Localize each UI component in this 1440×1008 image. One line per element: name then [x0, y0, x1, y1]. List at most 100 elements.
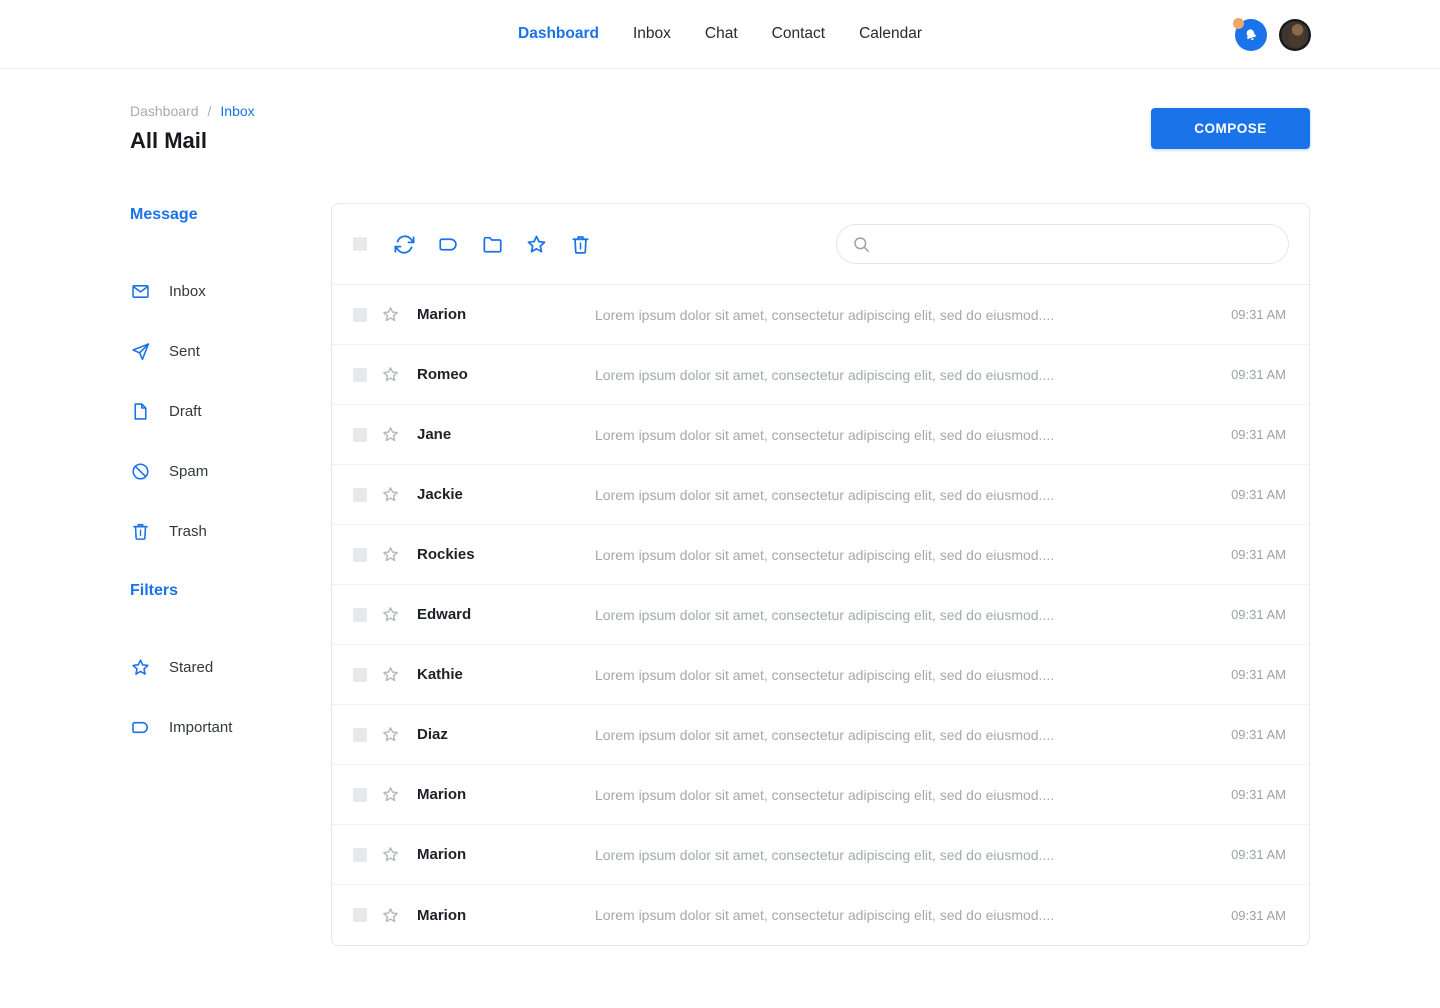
toolbar-refresh-button[interactable]: [392, 232, 416, 256]
header-actions: [1235, 0, 1311, 69]
mail-sender: Edward: [417, 606, 595, 623]
mail-time: 09:31 AM: [1231, 367, 1309, 382]
mail-row[interactable]: JackieLorem ipsum dolor sit amet, consec…: [332, 465, 1309, 525]
sidebar-item-sent[interactable]: Sent: [130, 321, 331, 381]
draft-icon: [130, 401, 151, 422]
mail-sender: Rockies: [417, 546, 595, 563]
star-icon: [381, 425, 400, 444]
row-star-icon[interactable]: [381, 665, 400, 684]
mail-preview: Lorem ipsum dolor sit amet, consectetur …: [595, 487, 1231, 503]
row-star-icon[interactable]: [381, 605, 400, 624]
mail-row[interactable]: KathieLorem ipsum dolor sit amet, consec…: [332, 645, 1309, 705]
mail-time: 09:31 AM: [1231, 727, 1309, 742]
search-input[interactable]: [881, 236, 1273, 252]
mail-row[interactable]: MarionLorem ipsum dolor sit amet, consec…: [332, 285, 1309, 345]
trash-icon: [569, 233, 592, 256]
select-all-checkbox[interactable]: [353, 237, 367, 251]
mail-icon: [130, 281, 151, 302]
main-nav: Dashboard Inbox Chat Contact Calendar: [518, 25, 922, 43]
sidebar-item-trash[interactable]: Trash: [130, 501, 331, 561]
sidebar-item-important[interactable]: Important: [130, 697, 331, 757]
row-checkbox[interactable]: [353, 728, 367, 742]
nav-item-contact[interactable]: Contact: [772, 25, 825, 43]
row-checkbox[interactable]: [353, 668, 367, 682]
compose-button[interactable]: COMPOSE: [1151, 108, 1310, 149]
nav-item-chat[interactable]: Chat: [705, 25, 738, 43]
refresh-icon: [393, 233, 416, 256]
row-star-icon[interactable]: [381, 305, 400, 324]
row-star-icon[interactable]: [381, 485, 400, 504]
row-checkbox[interactable]: [353, 848, 367, 862]
row-star-icon[interactable]: [381, 845, 400, 864]
mail-preview: Lorem ipsum dolor sit amet, consectetur …: [595, 847, 1231, 863]
row-checkbox[interactable]: [353, 428, 367, 442]
row-star-icon[interactable]: [381, 425, 400, 444]
toolbar-folder-button[interactable]: [480, 232, 504, 256]
mail-row[interactable]: RomeoLorem ipsum dolor sit amet, consect…: [332, 345, 1309, 405]
breadcrumb-separator: /: [208, 103, 212, 119]
mail-list-panel: MarionLorem ipsum dolor sit amet, consec…: [331, 203, 1310, 946]
mail-time: 09:31 AM: [1231, 307, 1309, 322]
mail-row[interactable]: JaneLorem ipsum dolor sit amet, consecte…: [332, 405, 1309, 465]
star-icon: [381, 485, 400, 504]
mail-preview: Lorem ipsum dolor sit amet, consectetur …: [595, 787, 1231, 803]
sidebar-item-label: Important: [169, 719, 232, 736]
row-star-icon[interactable]: [381, 906, 400, 925]
breadcrumb-inbox[interactable]: Inbox: [220, 103, 254, 119]
sidebar-item-label: Spam: [169, 463, 208, 480]
row-checkbox[interactable]: [353, 548, 367, 562]
star-icon: [525, 233, 548, 256]
mail-preview: Lorem ipsum dolor sit amet, consectetur …: [595, 367, 1231, 383]
toolbar-actions: [392, 232, 612, 256]
row-star-icon[interactable]: [381, 365, 400, 384]
row-checkbox[interactable]: [353, 608, 367, 622]
notifications-button[interactable]: [1235, 19, 1267, 51]
label-icon: [437, 233, 460, 256]
sidebar-item-draft[interactable]: Draft: [130, 381, 331, 441]
star-icon: [381, 725, 400, 744]
breadcrumb-dashboard[interactable]: Dashboard: [130, 103, 199, 119]
nav-item-inbox[interactable]: Inbox: [633, 25, 671, 43]
mail-row[interactable]: DiazLorem ipsum dolor sit amet, consecte…: [332, 705, 1309, 765]
mail-sender: Romeo: [417, 366, 595, 383]
label-icon: [130, 717, 151, 738]
sidebar-item-spam[interactable]: Spam: [130, 441, 331, 501]
row-checkbox[interactable]: [353, 488, 367, 502]
mail-list: MarionLorem ipsum dolor sit amet, consec…: [332, 285, 1309, 945]
mail-row[interactable]: EdwardLorem ipsum dolor sit amet, consec…: [332, 585, 1309, 645]
star-icon: [381, 665, 400, 684]
mail-preview: Lorem ipsum dolor sit amet, consectetur …: [595, 907, 1231, 923]
top-header: Dashboard Inbox Chat Contact Calendar: [0, 0, 1440, 69]
toolbar-label-button[interactable]: [436, 232, 460, 256]
sidebar-heading-message: Message: [130, 203, 331, 227]
sidebar-item-inbox[interactable]: Inbox: [130, 261, 331, 321]
user-avatar[interactable]: [1279, 19, 1311, 51]
mail-sender: Jackie: [417, 486, 595, 503]
nav-item-dashboard[interactable]: Dashboard: [518, 25, 599, 43]
mail-preview: Lorem ipsum dolor sit amet, consectetur …: [595, 607, 1231, 623]
row-star-icon[interactable]: [381, 545, 400, 564]
notification-badge: [1233, 18, 1244, 29]
row-star-icon[interactable]: [381, 785, 400, 804]
mail-sender: Diaz: [417, 726, 595, 743]
mail-row[interactable]: MarionLorem ipsum dolor sit amet, consec…: [332, 765, 1309, 825]
row-checkbox[interactable]: [353, 788, 367, 802]
row-checkbox[interactable]: [353, 908, 367, 922]
mail-time: 09:31 AM: [1231, 787, 1309, 802]
star-icon: [381, 605, 400, 624]
trash-icon: [130, 521, 151, 542]
nav-item-calendar[interactable]: Calendar: [859, 25, 922, 43]
mail-row[interactable]: MarionLorem ipsum dolor sit amet, consec…: [332, 885, 1309, 945]
row-checkbox[interactable]: [353, 308, 367, 322]
sidebar-item-stared[interactable]: Stared: [130, 637, 331, 697]
toolbar-star-button[interactable]: [524, 232, 548, 256]
mail-preview: Lorem ipsum dolor sit amet, consectetur …: [595, 547, 1231, 563]
mail-time: 09:31 AM: [1231, 487, 1309, 502]
toolbar-trash-button[interactable]: [568, 232, 592, 256]
mail-row[interactable]: RockiesLorem ipsum dolor sit amet, conse…: [332, 525, 1309, 585]
row-star-icon[interactable]: [381, 725, 400, 744]
mail-row[interactable]: MarionLorem ipsum dolor sit amet, consec…: [332, 825, 1309, 885]
sidebar-item-label: Draft: [169, 403, 202, 420]
mail-preview: Lorem ipsum dolor sit amet, consectetur …: [595, 307, 1231, 323]
row-checkbox[interactable]: [353, 368, 367, 382]
